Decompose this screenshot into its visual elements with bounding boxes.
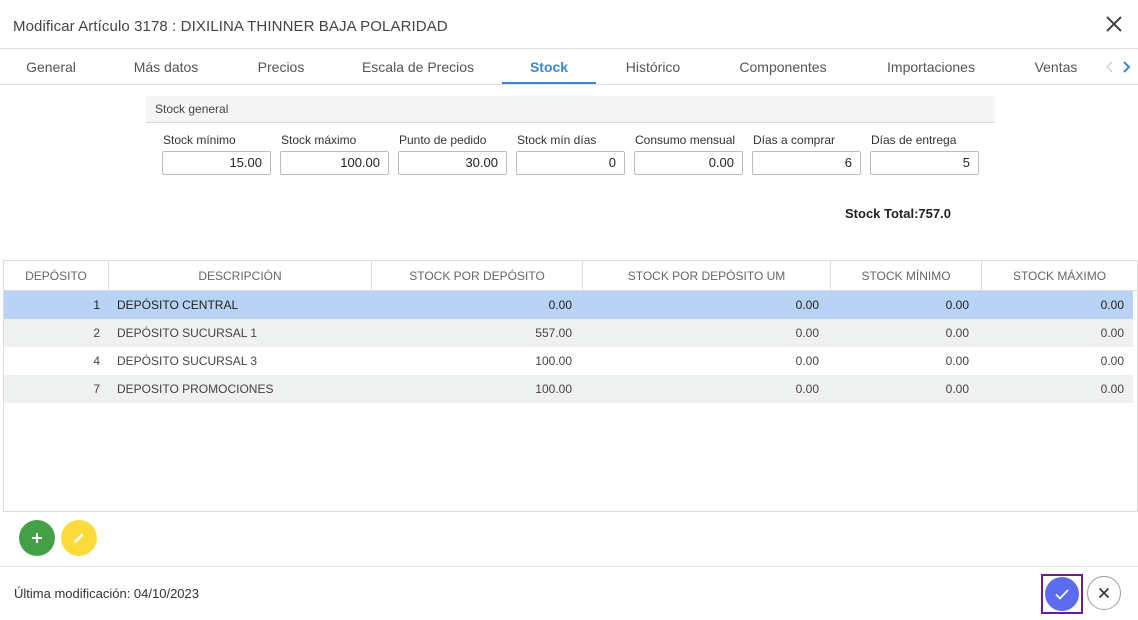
pencil-icon	[74, 533, 84, 543]
check-icon	[1055, 589, 1069, 600]
cell-minimo: 0.00	[945, 298, 969, 312]
consumo-mensual-input[interactable]: 0.00	[634, 151, 743, 175]
table-row[interactable]: 2 DEPÓSITO SUCURSAL 1 557.00 0.00 0.00 0…	[4, 319, 1133, 347]
cell-minimo: 0.00	[945, 382, 969, 396]
cell-minimo: 0.00	[945, 326, 969, 340]
punto-pedido-input[interactable]: 30.00	[398, 151, 507, 175]
stock-min-dias-label: Stock mín días	[517, 133, 597, 147]
cell-stock-um: 0.00	[795, 382, 819, 396]
tab-escala-precios[interactable]: Escala de Precios	[348, 49, 488, 84]
last-modified: Última modificación: 04/10/2023	[14, 586, 199, 601]
close-icon[interactable]	[1104, 14, 1124, 34]
stock-total: Stock Total:757.0	[845, 206, 951, 221]
cell-stock: 0.00	[548, 298, 572, 312]
tab-mas-datos[interactable]: Más datos	[118, 49, 214, 84]
edit-button[interactable]	[61, 520, 97, 556]
confirm-button[interactable]	[1041, 574, 1083, 614]
cancel-button[interactable]	[1087, 576, 1121, 610]
cell-maximo: 0.00	[1100, 326, 1124, 340]
cell-minimo: 0.00	[945, 354, 969, 368]
stock-minimo-input[interactable]: 15.00	[162, 151, 271, 175]
add-button[interactable]	[19, 520, 55, 556]
cell-descripcion: DEPOSITO PROMOCIONES	[117, 382, 274, 396]
dias-comprar-input[interactable]: 6	[752, 151, 861, 175]
tab-general[interactable]: General	[12, 49, 90, 84]
deposit-grid: DEPÓSITO DESCRIPCIÓN STOCK POR DEPÓSITO …	[3, 260, 1138, 512]
dias-comprar-label: Días a comprar	[753, 133, 836, 147]
grid-scrollbar[interactable]	[1133, 291, 1137, 511]
tab-ventas[interactable]: Ventas	[1024, 49, 1088, 84]
cell-descripcion: DEPÓSITO SUCURSAL 1	[117, 326, 258, 340]
cell-stock: 100.00	[535, 354, 572, 368]
cell-maximo: 0.00	[1100, 298, 1124, 312]
col-stock-deposito-um[interactable]: STOCK POR DEPÓSITO UM	[583, 261, 831, 291]
consumo-mensual-label: Consumo mensual	[635, 133, 736, 147]
cell-descripcion: DEPÓSITO SUCURSAL 3	[117, 354, 258, 368]
plus-icon	[32, 533, 42, 543]
cell-stock-um: 0.00	[795, 298, 819, 312]
cell-deposito: 1	[93, 298, 100, 312]
col-deposito[interactable]: DEPÓSITO	[4, 261, 109, 291]
cell-deposito: 4	[93, 354, 100, 368]
cell-stock: 100.00	[535, 382, 572, 396]
stock-maximo-label: Stock máximo	[281, 133, 357, 147]
table-row[interactable]: 7 DEPOSITO PROMOCIONES 100.00 0.00 0.00 …	[4, 375, 1133, 403]
tab-precios[interactable]: Precios	[240, 49, 322, 84]
tab-componentes[interactable]: Componentes	[728, 49, 838, 84]
dialog-title: Modificar Artículo 3178 : DIXILINA THINN…	[13, 18, 448, 35]
cell-descripcion: DEPÓSITO CENTRAL	[117, 298, 239, 312]
col-stock-maximo[interactable]: STOCK MÁXIMO	[982, 261, 1137, 291]
col-descripcion[interactable]: DESCRIPCIÓN	[109, 261, 372, 291]
punto-pedido-label: Punto de pedido	[399, 133, 487, 147]
table-row[interactable]: 1 DEPÓSITO CENTRAL 0.00 0.00 0.00 0.00	[4, 291, 1133, 319]
stock-maximo-input[interactable]: 100.00	[280, 151, 389, 175]
cell-stock: 557.00	[535, 326, 572, 340]
col-stock-minimo[interactable]: STOCK MÍNIMO	[831, 261, 982, 291]
chevron-right-icon[interactable]	[1120, 59, 1132, 75]
cell-maximo: 0.00	[1100, 354, 1124, 368]
grid-header: DEPÓSITO DESCRIPCIÓN STOCK POR DEPÓSITO …	[4, 261, 1137, 291]
cell-deposito: 7	[93, 382, 100, 396]
cell-maximo: 0.00	[1100, 382, 1124, 396]
close-icon	[1098, 587, 1110, 599]
tab-bar: General Más datos Precios Escala de Prec…	[0, 49, 1138, 85]
stock-general-header: Stock general	[146, 96, 995, 123]
cell-stock-um: 0.00	[795, 326, 819, 340]
tab-historico[interactable]: Histórico	[612, 49, 694, 84]
section-title: Stock general	[155, 102, 229, 116]
confirm-button-circle	[1045, 577, 1079, 611]
cell-stock-um: 0.00	[795, 354, 819, 368]
dias-entrega-input[interactable]: 5	[870, 151, 979, 175]
dialog-titlebar: Modificar Artículo 3178 : DIXILINA THINN…	[0, 0, 1138, 49]
cell-deposito: 2	[93, 326, 100, 340]
tab-importaciones[interactable]: Importaciones	[874, 49, 988, 84]
stock-minimo-label: Stock mínimo	[163, 133, 236, 147]
stock-min-dias-input[interactable]: 0	[516, 151, 625, 175]
dias-entrega-label: Días de entrega	[871, 133, 957, 147]
col-stock-deposito[interactable]: STOCK POR DEPÓSITO	[372, 261, 583, 291]
table-row[interactable]: 4 DEPÓSITO SUCURSAL 3 100.00 0.00 0.00 0…	[4, 347, 1133, 375]
tab-stock[interactable]: Stock	[502, 49, 596, 84]
dialog-footer: Última modificación: 04/10/2023	[0, 566, 1138, 620]
chevron-left-icon[interactable]	[1104, 59, 1116, 75]
